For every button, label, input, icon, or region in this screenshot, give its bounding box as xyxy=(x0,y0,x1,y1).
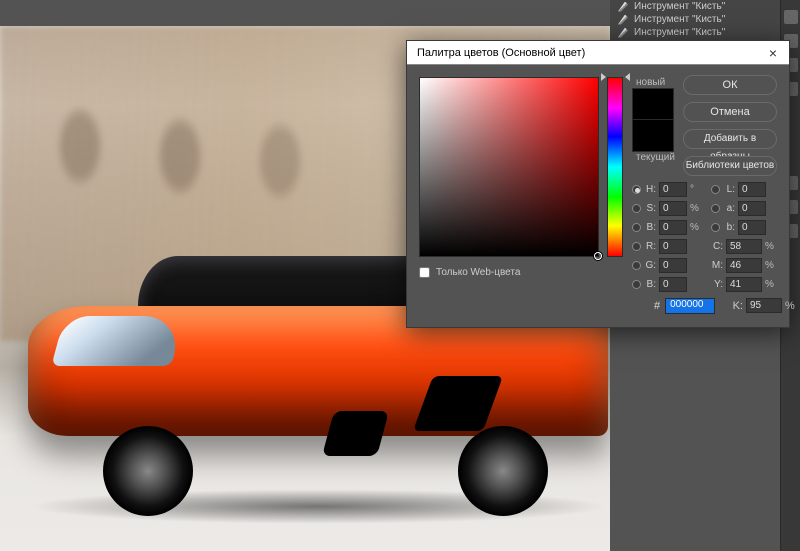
radio-s[interactable] xyxy=(632,204,641,213)
radio-h[interactable] xyxy=(632,185,641,194)
close-icon[interactable]: × xyxy=(763,45,783,61)
hue-slider-handle[interactable] xyxy=(601,73,606,81)
radio-bc[interactable] xyxy=(632,280,641,289)
cancel-button[interactable]: Отмена xyxy=(683,102,777,122)
c-input[interactable]: 58 xyxy=(726,239,762,254)
brush-icon xyxy=(618,28,628,38)
bc-input[interactable]: 0 xyxy=(659,277,687,292)
color-libraries-button[interactable]: Библиотеки цветов xyxy=(683,156,777,176)
h-input[interactable]: 0 xyxy=(659,182,687,197)
web-colors-only-input[interactable] xyxy=(419,267,430,278)
hue-slider-handle[interactable] xyxy=(625,73,630,81)
hue-slider[interactable] xyxy=(607,77,623,257)
hex-input[interactable]: 000000 xyxy=(665,298,715,314)
radio-l[interactable] xyxy=(711,185,720,194)
web-colors-only-label: Только Web-цвета xyxy=(436,267,520,278)
tool-label: Инструмент "Кисть" xyxy=(634,27,725,38)
web-colors-only-checkbox[interactable]: Только Web-цвета xyxy=(419,267,520,278)
tool-label: Инструмент "Кисть" xyxy=(634,1,725,12)
color-value-fields: H:0° L:0 S:0% a:0 B:0% b:0 R:0 C:58% G:0… xyxy=(632,180,787,294)
r-input[interactable]: 0 xyxy=(659,239,687,254)
g-input[interactable]: 0 xyxy=(659,258,687,273)
add-swatch-button[interactable]: Добавить в образцы xyxy=(683,129,777,149)
b-input[interactable]: 0 xyxy=(738,220,766,235)
tool-label: Инструмент "Кисть" xyxy=(634,14,725,25)
sv-cursor[interactable] xyxy=(594,252,602,260)
brush-icon xyxy=(618,15,628,25)
dialog-titlebar[interactable]: Палитра цветов (Основной цвет) × xyxy=(407,41,789,65)
a-input[interactable]: 0 xyxy=(738,201,766,216)
saturation-value-field[interactable] xyxy=(419,77,599,257)
swatch-new xyxy=(632,88,674,120)
color-picker-dialog: Палитра цветов (Основной цвет) × новый т… xyxy=(406,40,790,328)
s-input[interactable]: 0 xyxy=(659,201,687,216)
radio-g[interactable] xyxy=(632,261,641,270)
tools-flyout: Инструмент "Кисть" Инструмент "Кисть" Ин… xyxy=(610,0,780,40)
bv-input[interactable]: 0 xyxy=(659,220,687,235)
y-input[interactable]: 41 xyxy=(726,277,762,292)
tool-brush-3[interactable]: Инструмент "Кисть" xyxy=(610,26,780,39)
m-input[interactable]: 46 xyxy=(726,258,762,273)
brush-icon xyxy=(618,2,628,12)
swatch-current-label: текущий xyxy=(632,152,682,163)
color-swatch-compare: новый текущий xyxy=(632,77,682,163)
dialog-title: Палитра цветов (Основной цвет) xyxy=(417,47,585,59)
l-input[interactable]: 0 xyxy=(738,182,766,197)
swatch-new-label: новый xyxy=(632,77,682,88)
radio-b[interactable] xyxy=(711,223,720,232)
k-input[interactable]: 95 xyxy=(746,298,782,313)
tool-brush-1[interactable]: Инструмент "Кисть" xyxy=(610,0,780,13)
swatch-current[interactable] xyxy=(632,120,674,152)
radio-bv[interactable] xyxy=(632,223,641,232)
radio-r[interactable] xyxy=(632,242,641,251)
panel-icon[interactable] xyxy=(784,10,798,24)
hex-label: # xyxy=(654,300,660,312)
ok-button[interactable]: ОК xyxy=(683,75,777,95)
tool-brush-2[interactable]: Инструмент "Кисть" xyxy=(610,13,780,26)
radio-a[interactable] xyxy=(711,204,720,213)
